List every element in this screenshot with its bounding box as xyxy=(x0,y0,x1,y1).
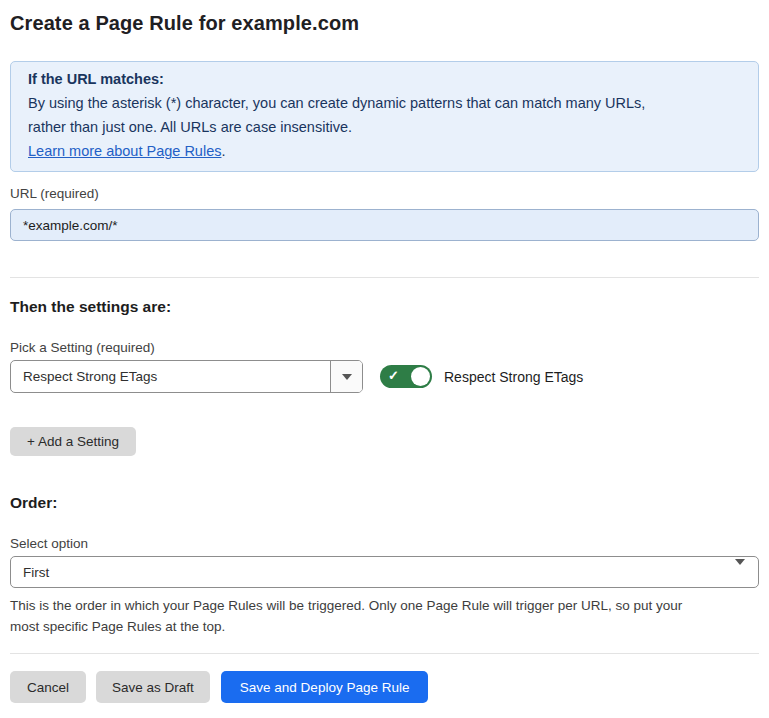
order-heading: Order: xyxy=(10,494,759,512)
footer-divider xyxy=(10,653,759,654)
add-setting-button[interactable]: + Add a Setting xyxy=(10,427,136,456)
info-box-heading: If the URL matches: xyxy=(28,67,741,91)
select-option-label: Select option xyxy=(10,536,759,551)
section-divider xyxy=(10,277,759,278)
pick-setting-label: Pick a Setting (required) xyxy=(10,340,759,355)
url-input[interactable]: *example.com/* xyxy=(10,209,759,241)
settings-heading: Then the settings are: xyxy=(10,298,759,316)
setting-row: Respect Strong ETags ✓ Respect Strong ET… xyxy=(10,360,759,393)
url-field-label: URL (required) xyxy=(10,186,759,201)
toggle-knob xyxy=(411,367,430,386)
save-and-deploy-button[interactable]: Save and Deploy Page Rule xyxy=(221,671,429,703)
setting-select[interactable]: Respect Strong ETags xyxy=(10,360,363,393)
setting-select-arrow[interactable] xyxy=(330,361,362,392)
chevron-down-icon xyxy=(342,374,352,380)
page-title: Create a Page Rule for example.com xyxy=(10,0,759,35)
create-page-rule-form: Create a Page Rule for example.com If th… xyxy=(0,0,769,703)
order-help-text: This is the order in which your Page Rul… xyxy=(10,595,710,637)
toggle-label: Respect Strong ETags xyxy=(444,369,583,385)
url-match-info-box: If the URL matches: By using the asteris… xyxy=(10,61,759,172)
order-select[interactable]: First xyxy=(10,556,759,588)
info-box-body: By using the asterisk (*) character, you… xyxy=(28,91,741,163)
chevron-down-icon xyxy=(735,565,758,580)
check-icon: ✓ xyxy=(388,368,399,384)
footer-actions: Cancel Save as Draft Save and Deploy Pag… xyxy=(10,671,759,703)
learn-more-link[interactable]: Learn more about Page Rules xyxy=(28,143,221,159)
save-as-draft-button[interactable]: Save as Draft xyxy=(96,671,210,703)
cancel-button[interactable]: Cancel xyxy=(10,671,86,703)
etags-toggle[interactable]: ✓ xyxy=(380,365,432,388)
